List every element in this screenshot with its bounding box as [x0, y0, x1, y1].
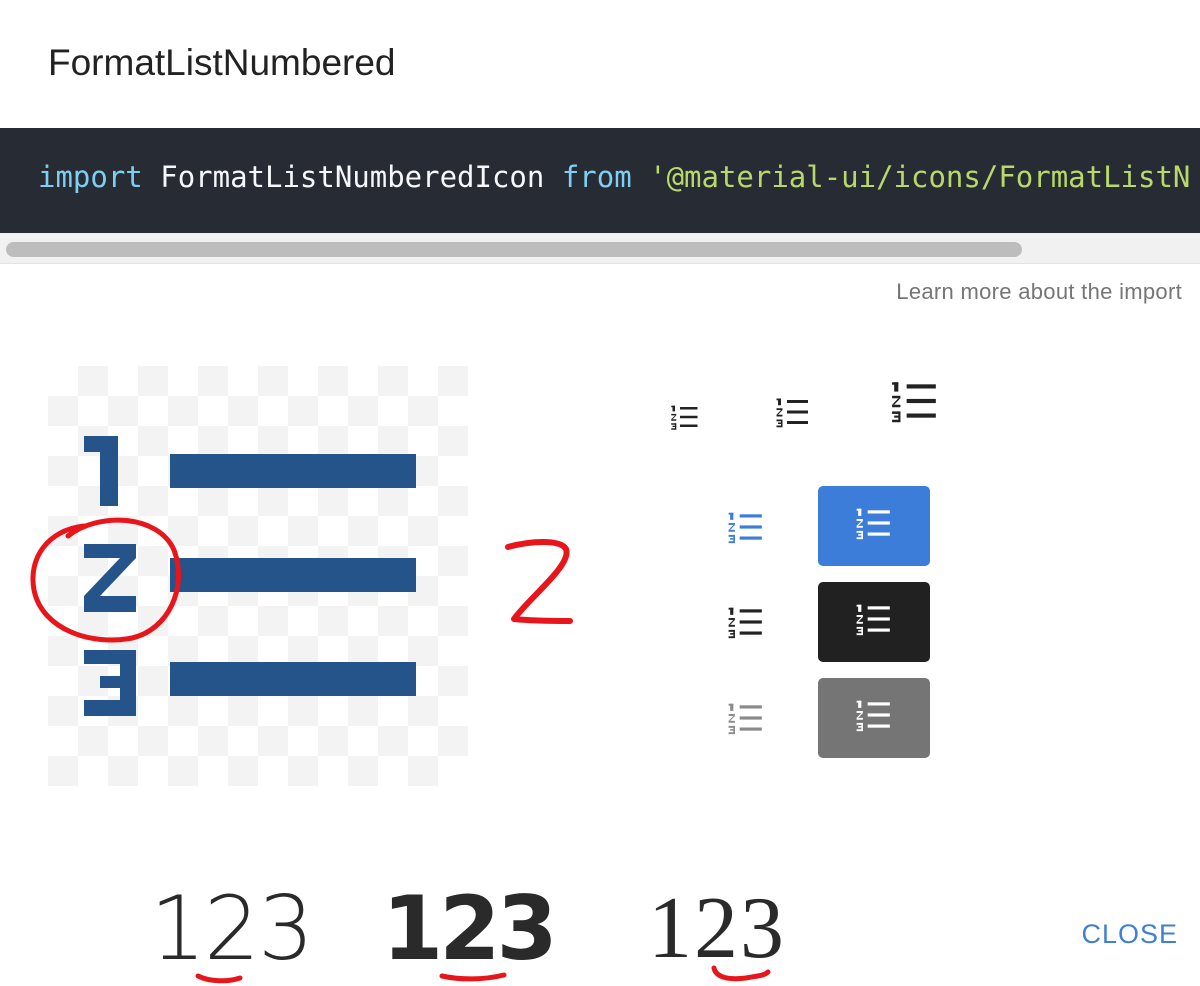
- learn-more-link[interactable]: Learn more about the import: [896, 279, 1182, 305]
- code-scrollbar-thumb[interactable]: [6, 242, 1022, 257]
- format-list-numbered-icon: [728, 703, 762, 735]
- annotation-underline: [439, 972, 507, 982]
- format-list-numbered-icon: [671, 405, 698, 430]
- annotation-underline: [195, 973, 243, 984]
- import-module-path: '@material-ui/icons/FormatListN: [649, 160, 1191, 194]
- annotation-digit-two: [505, 539, 573, 624]
- icon-on-dark-background: [818, 582, 930, 662]
- icon-on-primary-background: [818, 486, 930, 566]
- font-sample-light: 123: [150, 877, 314, 980]
- dialog-title: FormatListNumbered: [48, 42, 396, 83]
- from-keyword: from: [561, 160, 632, 194]
- annotation-circle: [30, 517, 181, 643]
- font-sample-serif: 123: [648, 880, 786, 977]
- import-statement: import FormatListNumberedIcon from '@mat…: [38, 160, 1190, 194]
- format-list-numbered-icon: [856, 604, 890, 636]
- format-list-numbered-icon: [776, 398, 808, 428]
- close-button[interactable]: CLOSE: [1081, 915, 1178, 954]
- font-sample-bold: 123: [382, 877, 558, 980]
- import-keyword: import: [38, 160, 143, 194]
- icon-on-grey-background: [818, 678, 930, 758]
- format-list-numbered-icon: [728, 607, 762, 639]
- code-scrollbar-track[interactable]: [0, 233, 1200, 264]
- annotation-underline: [711, 965, 771, 982]
- format-list-numbered-icon: [856, 700, 890, 732]
- format-list-numbered-icon: [728, 512, 762, 544]
- import-code-block: import FormatListNumberedIcon from '@mat…: [0, 128, 1200, 233]
- format-list-numbered-icon: [892, 382, 936, 423]
- format-list-numbered-icon: [856, 508, 890, 540]
- import-identifier: FormatListNumberedIcon: [160, 160, 545, 194]
